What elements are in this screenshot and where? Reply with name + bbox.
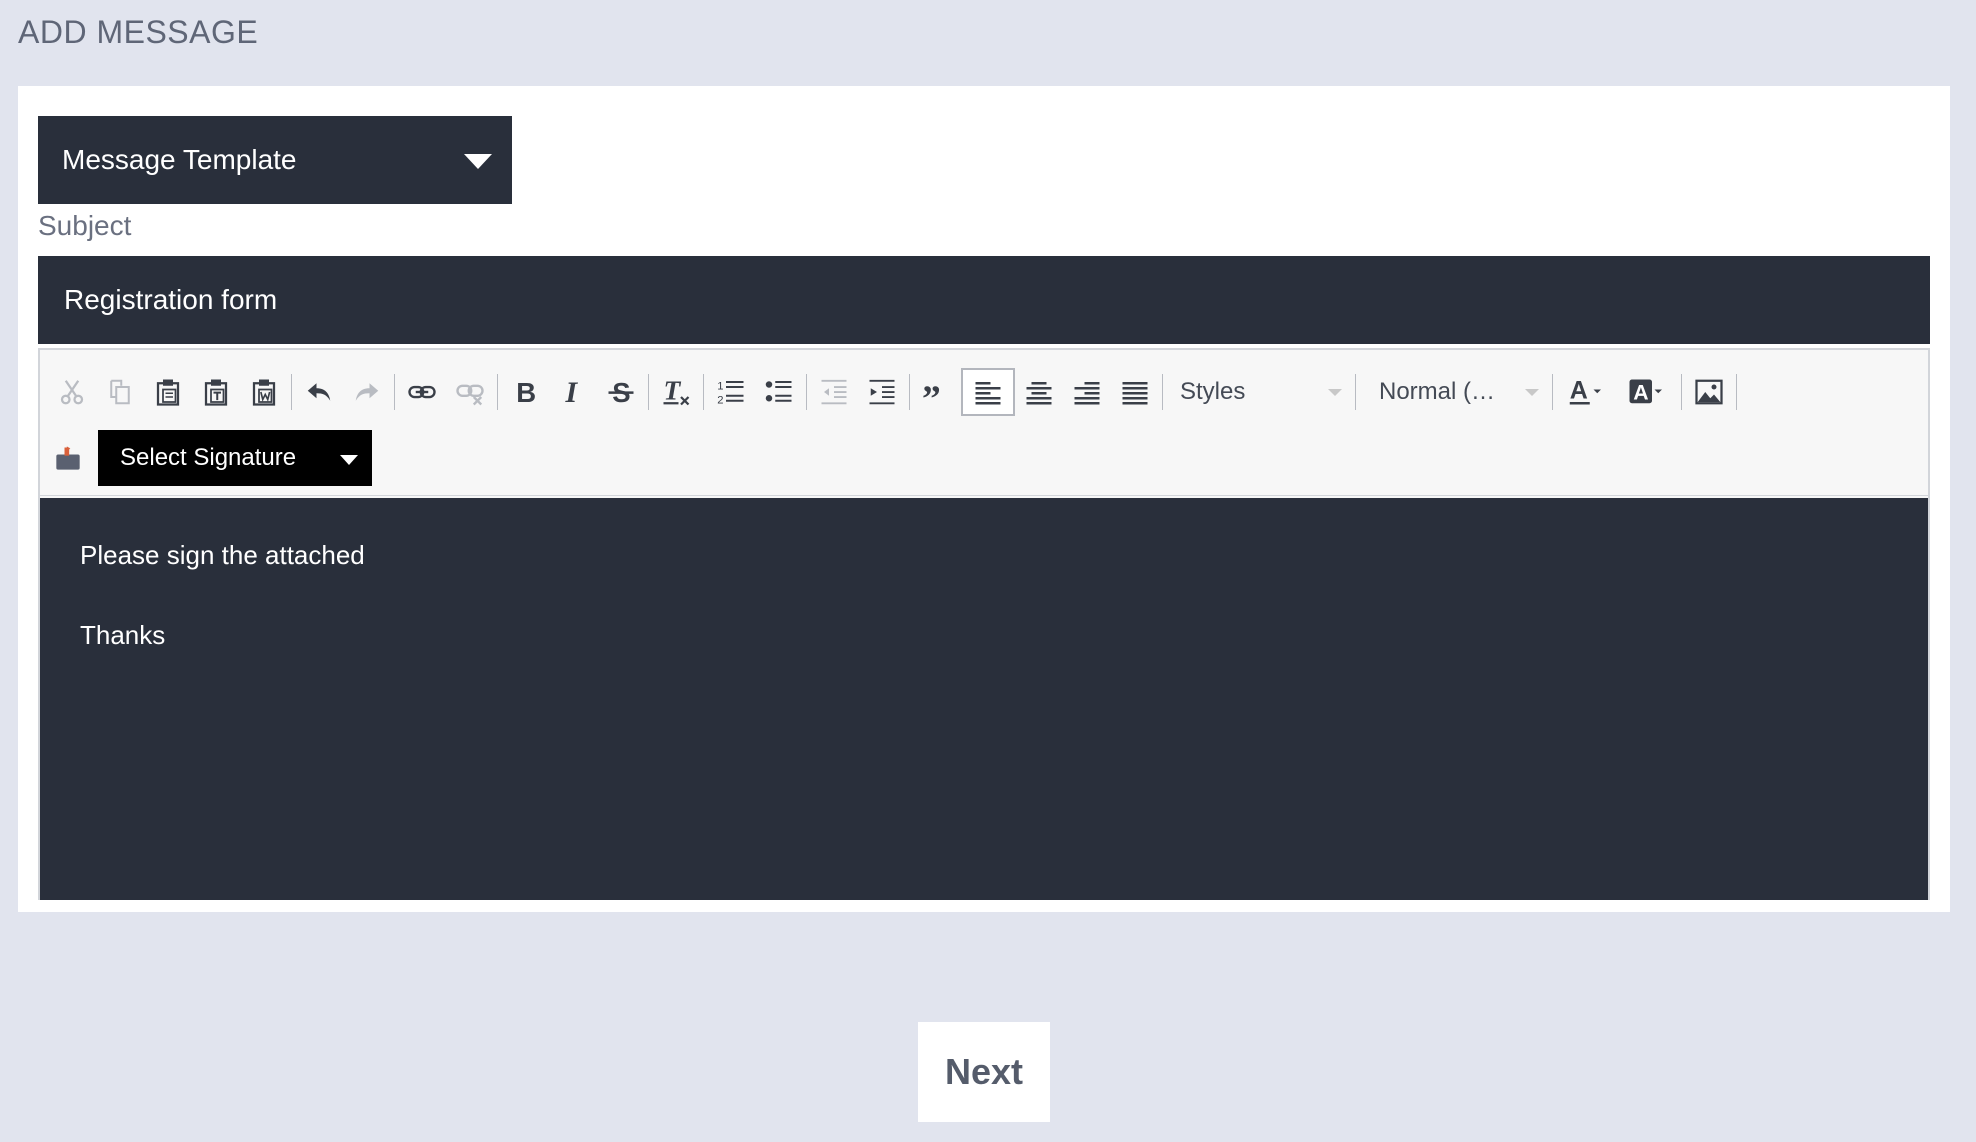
message-body-editor[interactable]: Please sign the attached Thanks bbox=[40, 498, 1928, 900]
subject-label: Subject bbox=[38, 210, 132, 241]
svg-text:T: T bbox=[664, 377, 682, 406]
toolbar-row-1: B I S T 12 ” Styles Normal (… A A bbox=[48, 368, 1740, 416]
signature-dropdown-label: Select Signature bbox=[120, 444, 297, 471]
paste-text-icon[interactable] bbox=[192, 368, 240, 416]
message-paragraph: Please sign the attached bbox=[80, 540, 365, 570]
cut-icon[interactable] bbox=[48, 368, 96, 416]
svg-text:A: A bbox=[1570, 377, 1588, 404]
align-right-icon[interactable] bbox=[1063, 368, 1111, 416]
strikethrough-icon[interactable]: S bbox=[597, 368, 645, 416]
svg-text:A: A bbox=[1633, 381, 1648, 405]
decrease-indent-icon[interactable] bbox=[810, 368, 858, 416]
paragraph-format-dropdown[interactable]: Normal (… bbox=[1359, 368, 1549, 416]
styles-dropdown-label: Styles bbox=[1180, 378, 1246, 405]
undo-icon[interactable] bbox=[295, 368, 343, 416]
chevron-down-icon bbox=[1328, 389, 1342, 396]
increase-indent-icon[interactable] bbox=[858, 368, 906, 416]
toolbar-row-2: Select Signature bbox=[48, 430, 372, 486]
paragraph-format-label: Normal (… bbox=[1379, 378, 1496, 405]
copy-icon[interactable] bbox=[96, 368, 144, 416]
link-icon[interactable] bbox=[398, 368, 446, 416]
message-paragraph: Thanks bbox=[80, 620, 166, 650]
toolbar-separator bbox=[291, 374, 292, 410]
remove-format-icon[interactable]: T bbox=[652, 368, 700, 416]
blockquote-icon[interactable]: ” bbox=[913, 368, 961, 416]
unlink-icon[interactable] bbox=[446, 368, 494, 416]
editor-toolbar: B I S T 12 ” Styles Normal (… A A Select… bbox=[40, 350, 1928, 496]
chevron-down-icon bbox=[464, 154, 492, 169]
chevron-down-icon bbox=[1525, 389, 1539, 396]
image-icon[interactable] bbox=[1685, 368, 1733, 416]
message-form-card: Message Template Subject Registration fo… bbox=[18, 86, 1950, 912]
bold-icon[interactable]: B bbox=[501, 368, 549, 416]
rich-text-editor: B I S T 12 ” Styles Normal (… A A Select… bbox=[38, 348, 1930, 900]
svg-text:”: ” bbox=[922, 379, 941, 407]
background-color-icon[interactable]: A bbox=[1616, 368, 1678, 416]
align-left-icon[interactable] bbox=[961, 368, 1015, 416]
styles-dropdown[interactable]: Styles bbox=[1166, 368, 1352, 416]
italic-icon[interactable]: I bbox=[549, 368, 597, 416]
svg-text:B: B bbox=[516, 377, 536, 407]
message-template-dropdown[interactable]: Message Template bbox=[38, 116, 512, 204]
toolbar-separator bbox=[1552, 374, 1553, 410]
toolbar-separator bbox=[1355, 374, 1356, 410]
toolbar-separator bbox=[806, 374, 807, 410]
page-title: ADD MESSAGE bbox=[18, 14, 259, 50]
redo-icon[interactable] bbox=[343, 368, 391, 416]
svg-text:2: 2 bbox=[717, 394, 723, 406]
message-template-value: Message Template bbox=[62, 144, 297, 175]
signature-icon[interactable] bbox=[48, 434, 88, 482]
toolbar-separator bbox=[703, 374, 704, 410]
toolbar-separator bbox=[648, 374, 649, 410]
toolbar-separator bbox=[909, 374, 910, 410]
bulleted-list-icon[interactable] bbox=[755, 368, 803, 416]
svg-text:1: 1 bbox=[717, 381, 723, 393]
svg-text:I: I bbox=[565, 377, 579, 407]
paste-from-word-icon[interactable] bbox=[240, 368, 288, 416]
toolbar-separator bbox=[1162, 374, 1163, 410]
signature-dropdown[interactable]: Select Signature bbox=[98, 430, 372, 486]
align-center-icon[interactable] bbox=[1015, 368, 1063, 416]
paste-icon[interactable] bbox=[144, 368, 192, 416]
toolbar-separator bbox=[1681, 374, 1682, 410]
chevron-down-icon bbox=[340, 455, 358, 465]
subject-input[interactable] bbox=[38, 256, 1930, 344]
numbered-list-icon[interactable]: 12 bbox=[707, 368, 755, 416]
toolbar-separator bbox=[394, 374, 395, 410]
align-justify-icon[interactable] bbox=[1111, 368, 1159, 416]
toolbar-separator bbox=[1736, 374, 1737, 410]
text-color-icon[interactable]: A bbox=[1556, 368, 1616, 416]
next-button[interactable]: Next bbox=[918, 1022, 1050, 1122]
toolbar-separator bbox=[497, 374, 498, 410]
